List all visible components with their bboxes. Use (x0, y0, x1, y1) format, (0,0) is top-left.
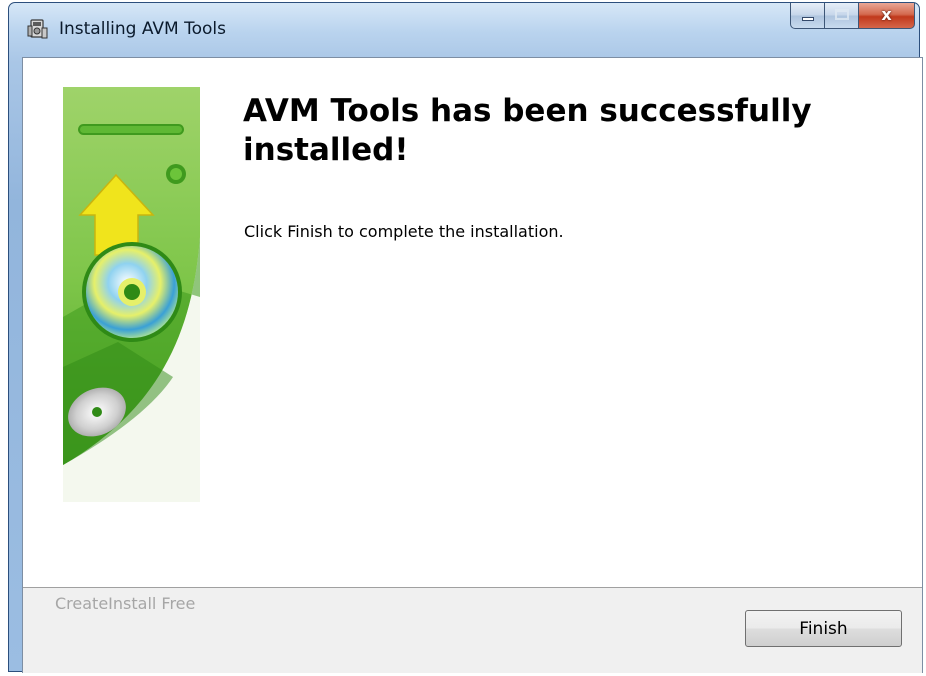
minimize-icon (802, 17, 814, 21)
window-title: Installing AVM Tools (59, 19, 226, 39)
brand-label: CreateInstall Free (55, 594, 196, 613)
finish-instruction: Click Finish to complete the installatio… (244, 222, 564, 241)
installer-window: Installing AVM Tools x AVM Tools has bee… (8, 2, 923, 673)
finish-button[interactable]: Finish (745, 610, 902, 647)
close-button[interactable]: x (859, 3, 915, 29)
minimize-button[interactable] (790, 3, 825, 29)
maximize-icon (835, 9, 849, 20)
installer-icon (27, 19, 48, 39)
dialog-footer: CreateInstall Free Finish (23, 587, 922, 673)
success-heading: AVM Tools has been successfully installe… (243, 93, 812, 168)
dialog-client-area: AVM Tools has been successfully installe… (22, 57, 923, 673)
installer-banner-image (63, 87, 200, 502)
close-icon: x (881, 5, 892, 24)
title-bar[interactable]: Installing AVM Tools x (9, 3, 919, 53)
caption-buttons: x (790, 3, 915, 29)
maximize-button (825, 3, 859, 29)
